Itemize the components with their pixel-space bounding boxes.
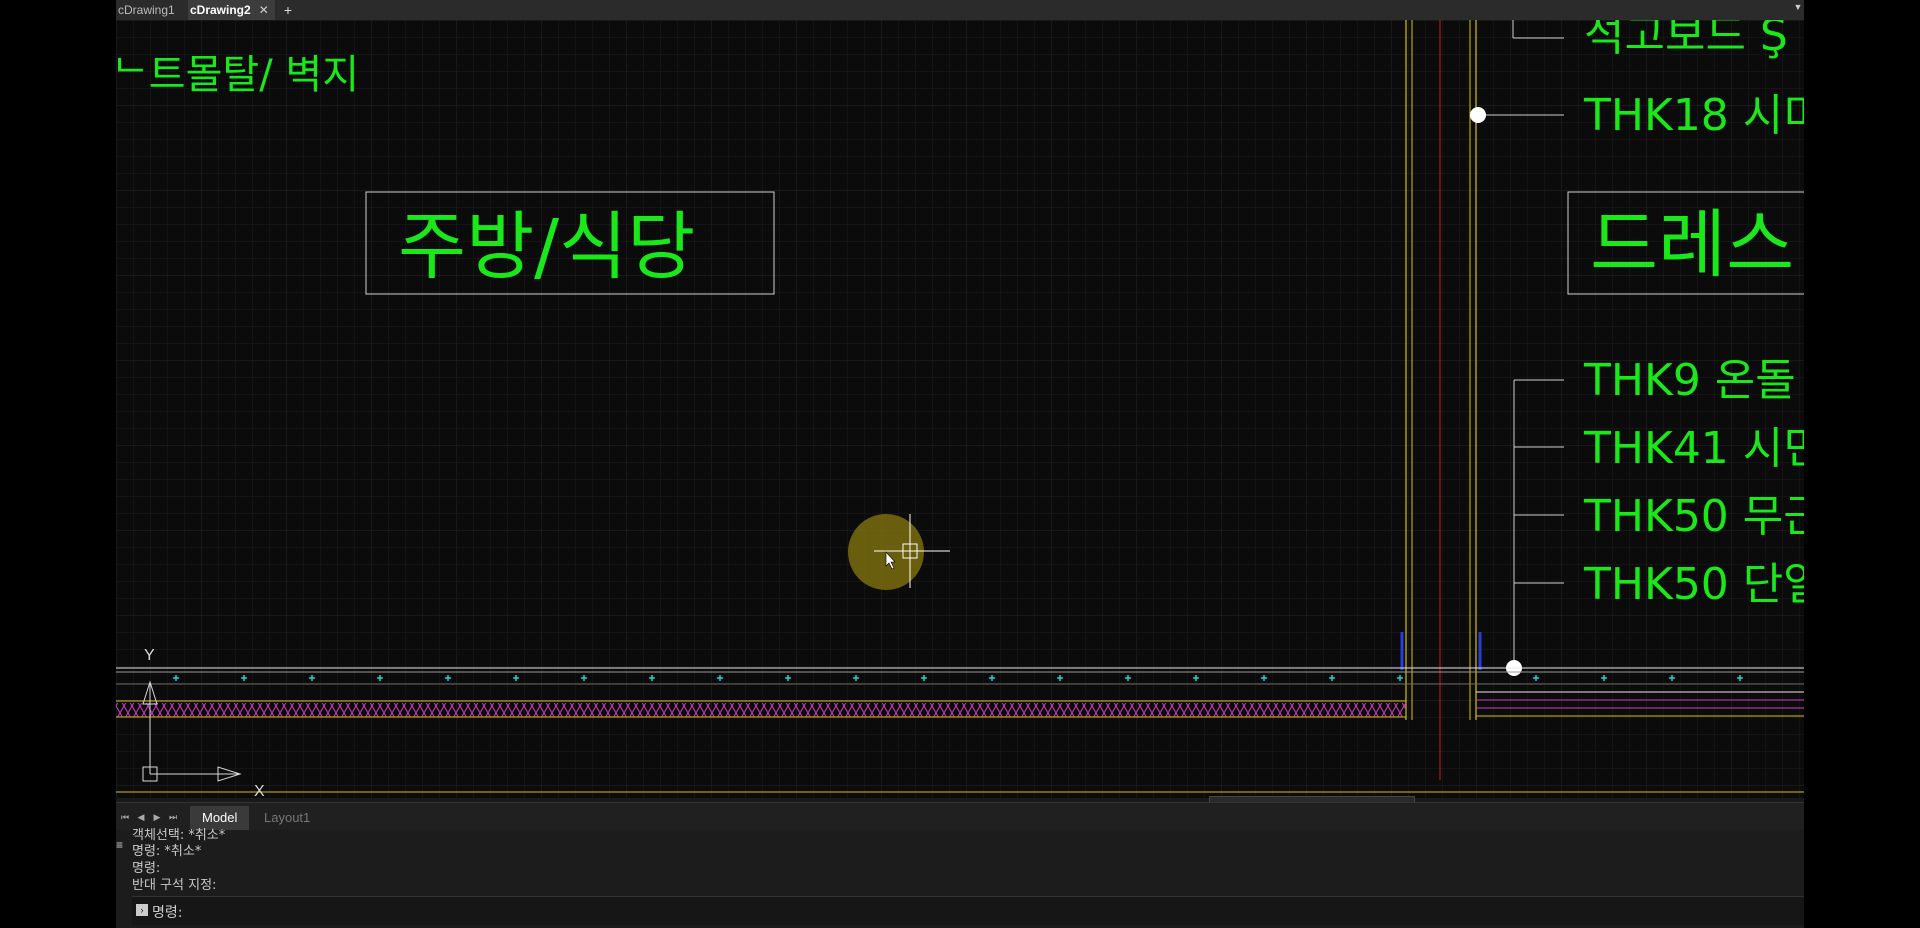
leader-dot [1470,107,1486,123]
room-label-kitchen: 주방/식당 [398,204,695,290]
note-thk9: THK9 온돌 [1583,355,1796,406]
note-thk50-concrete: THK50 무근 [1583,491,1804,542]
wall-finish-label: ᄂ트몰탈/ 벽지 [116,52,359,98]
tab-label: cDrawing1 [118,3,175,17]
document-tab-bar: cDrawing1 cDrawing2 ✕ + ▼ [116,0,1804,21]
close-icon[interactable]: ✕ [259,3,269,17]
ucs-y-label: Y [144,647,155,664]
chevron-down-icon[interactable]: ▼ [1792,2,1804,16]
note-thk50-insulation: THK50 단열 [1583,559,1804,610]
drawing-canvas[interactable]: ᄂ트몰탈/ 벽지 주방/식당 석고보드 Ş THK18 시미 드레스 THK9 … [116,20,1804,818]
prev-layout-icon[interactable]: ◀ [134,810,148,824]
tab-label: cDrawing2 [190,3,251,17]
command-input[interactable]: › 명령: [132,896,1804,925]
command-prompt-icon: › [136,904,148,916]
drawing-svg: ᄂ트몰탈/ 벽지 주방/식당 석고보드 Ş THK18 시미 드레스 THK9 … [116,20,1804,798]
next-layout-icon[interactable]: ▶ [150,810,164,824]
add-tab-button[interactable]: + [280,0,296,20]
drag-handle-icon[interactable]: ≡ [116,838,126,852]
last-layout-icon[interactable]: ⏭ [166,810,180,824]
cad-application: cDrawing1 cDrawing2 ✕ + ▼ ᄂ트몰탈/ 벽지 주방/식당… [116,0,1804,928]
slab-hatch [116,703,1406,717]
first-layout-icon[interactable]: ⏮ [118,810,132,824]
command-window: ≡ 객체선택: *취소* 명령: *취소* 명령: 반대 구석 지정: › 명령… [116,828,1804,928]
command-history-line: 반대 구석 지정: [132,878,217,893]
room-label-dress: 드레스 [1590,202,1794,288]
command-prompt: 명령: [152,905,183,921]
note-gypsum: 석고보드 Ş [1584,20,1788,61]
grid [116,20,1804,798]
tab-cdrawing2[interactable]: cDrawing2 ✕ [188,0,275,20]
tab-cdrawing1[interactable]: cDrawing1 [116,0,181,20]
tab-layout1[interactable]: Layout1 [252,806,322,830]
note-thk18: THK18 시미 [1583,90,1804,141]
layout-tab-bar: ⏮ ◀ ▶ ⏭ Model Layout1 [116,802,1804,831]
note-thk41: THK41 시민 [1583,423,1804,474]
